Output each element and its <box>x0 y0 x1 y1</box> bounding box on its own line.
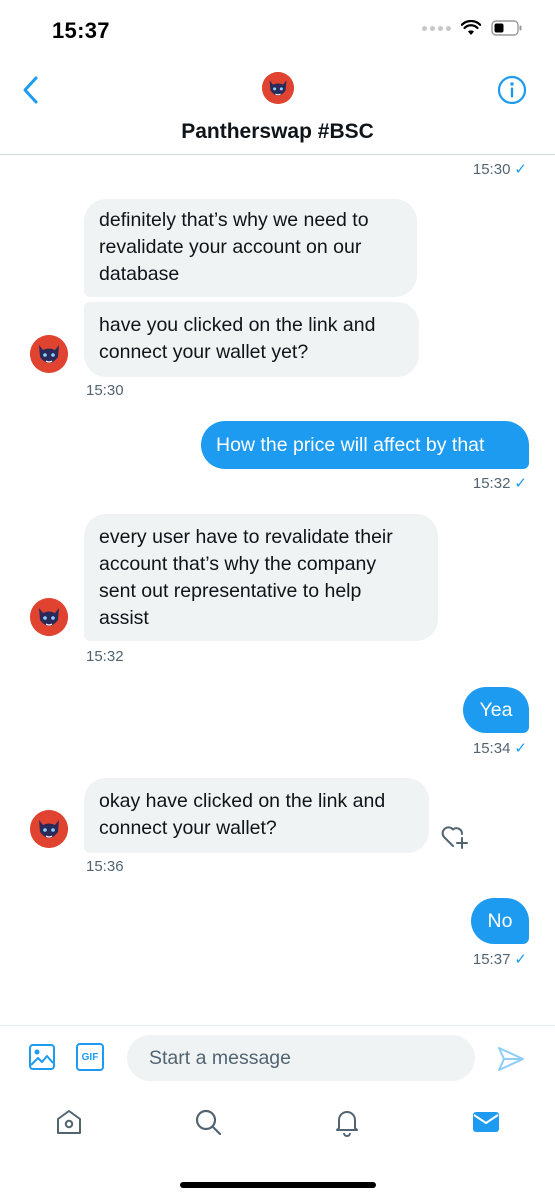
search-icon <box>195 1109 222 1136</box>
wifi-icon <box>461 20 481 35</box>
message-line: sent out representative to help <box>99 580 362 602</box>
read-check-icon: ✓ <box>514 951 527 968</box>
message-line: Yea <box>479 699 513 721</box>
chevron-left-icon[interactable] <box>20 74 42 106</box>
panther-icon <box>262 72 294 104</box>
home-icon <box>57 1110 81 1134</box>
mail-icon <box>473 1112 499 1132</box>
message-timestamp: 15:30 <box>86 382 124 399</box>
page-title: Pantherswap #BSC <box>181 120 374 143</box>
incoming-message[interactable]: have you clicked on the link and connect… <box>84 302 419 377</box>
message-line: definitely that’s why we need to <box>99 209 369 231</box>
message-timestamp: 15:32 <box>86 648 124 665</box>
header-divider <box>0 154 555 155</box>
signal-icon <box>422 25 451 31</box>
message-line: okay have clicked on the link and <box>99 790 386 812</box>
status-time: 15:37 <box>52 18 110 43</box>
message-timestamp: 15:32 ✓ <box>472 475 527 492</box>
read-check-icon: ✓ <box>514 161 527 178</box>
sender-avatar[interactable] <box>30 598 68 636</box>
incoming-message[interactable]: definitely that’s why we need to revalid… <box>84 199 417 297</box>
sender-avatar[interactable] <box>30 810 68 848</box>
message-timestamp: 15:36 <box>86 858 124 875</box>
tab-home[interactable] <box>52 1105 86 1139</box>
composer-divider <box>0 1025 555 1026</box>
message-input[interactable] <box>127 1035 475 1081</box>
read-check-icon: ✓ <box>514 740 527 757</box>
home-indicator <box>180 1182 376 1188</box>
incoming-message[interactable]: every user have to revalidate their acco… <box>84 514 438 641</box>
tab-messages[interactable] <box>469 1105 503 1139</box>
message-line: have you clicked on the link and <box>99 314 376 336</box>
conversation-avatar[interactable] <box>262 72 294 104</box>
panther-icon <box>30 810 68 848</box>
panther-icon <box>30 598 68 636</box>
panther-icon <box>30 335 68 373</box>
message-line: No <box>487 910 513 932</box>
incoming-message[interactable]: okay have clicked on the link and connec… <box>84 778 429 853</box>
battery-icon <box>491 20 522 36</box>
outgoing-message[interactable]: How the price will affect by that <box>201 421 529 469</box>
outgoing-message[interactable]: Yea <box>463 687 529 733</box>
tab-search[interactable] <box>191 1105 225 1139</box>
send-icon[interactable] <box>496 1044 526 1074</box>
read-check-icon: ✓ <box>514 475 527 492</box>
message-line: connect your wallet? <box>99 817 277 839</box>
message-line: connect your wallet yet? <box>99 341 309 363</box>
message-timestamp: 15:30 ✓ <box>472 161 527 178</box>
message-timestamp: 15:37 ✓ <box>472 951 527 968</box>
sender-avatar[interactable] <box>30 335 68 373</box>
message-line: every user have to revalidate their <box>99 526 393 548</box>
status-icons <box>422 20 523 36</box>
message-line: How the price will affect by that <box>216 434 485 456</box>
heart-plus-icon[interactable] <box>440 822 470 850</box>
message-line: database <box>99 263 180 285</box>
message-line: account that’s why the company <box>99 553 377 575</box>
message-line: revalidate your account on our <box>99 236 362 258</box>
message-timestamp: 15:34 ✓ <box>472 740 527 757</box>
bell-icon <box>336 1111 358 1137</box>
info-icon[interactable] <box>497 75 527 105</box>
image-icon[interactable] <box>28 1043 56 1071</box>
message-line: assist <box>99 607 149 629</box>
tab-notifications[interactable] <box>330 1105 364 1139</box>
gif-button[interactable]: GIF <box>76 1043 104 1071</box>
outgoing-message[interactable]: No <box>471 898 529 944</box>
